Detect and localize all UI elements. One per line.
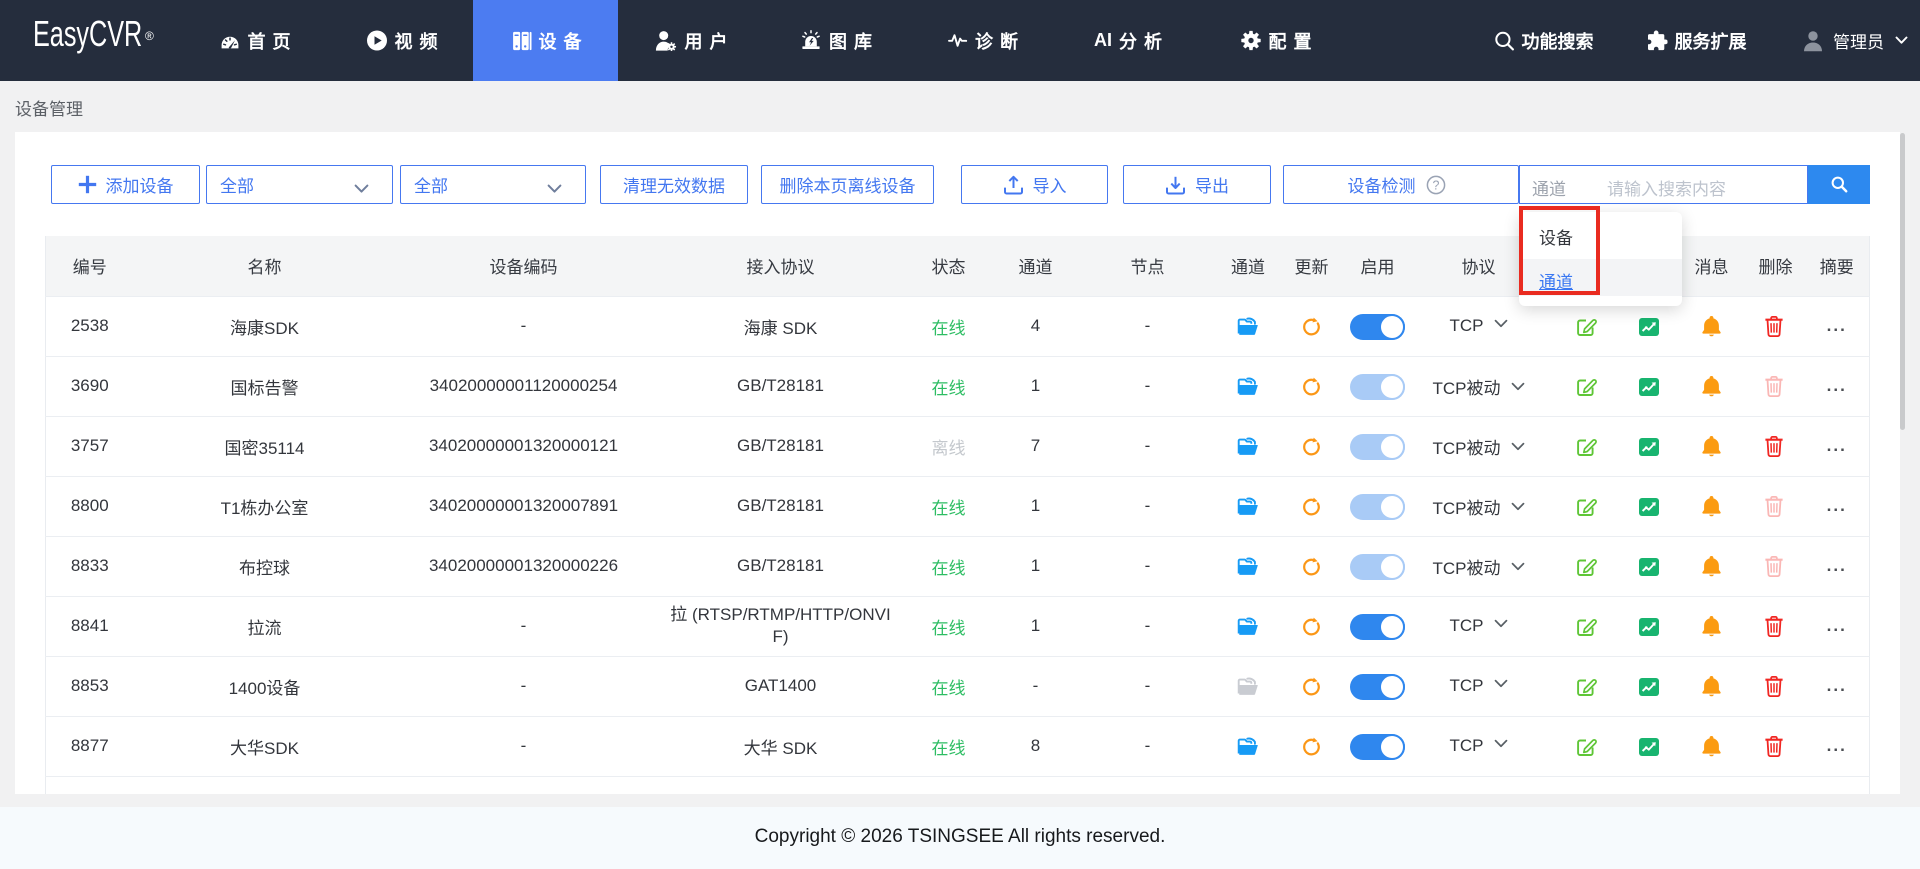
svg-text:?: ? <box>1432 178 1439 192</box>
